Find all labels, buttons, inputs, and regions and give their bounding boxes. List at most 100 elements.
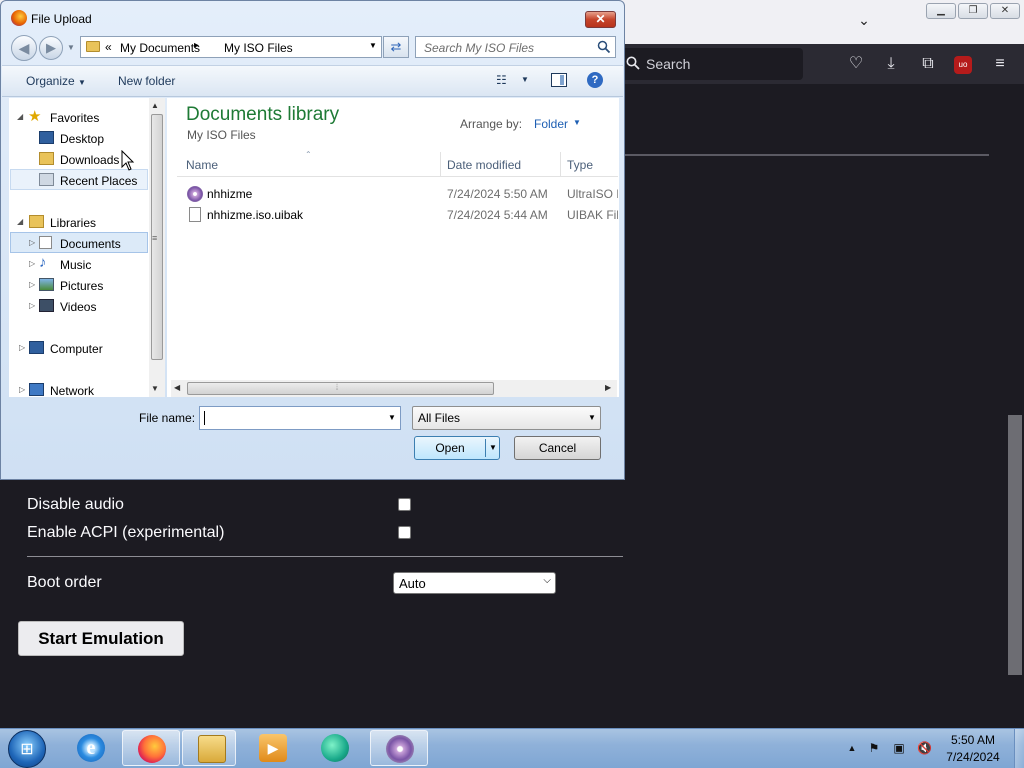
dialog-close-button[interactable]: ✕ bbox=[585, 11, 616, 28]
browser-search-field[interactable]: Search bbox=[620, 48, 803, 80]
column-name[interactable]: Name bbox=[186, 158, 218, 172]
column-date-modified[interactable]: Date modified bbox=[447, 158, 521, 172]
scroll-left-icon[interactable]: ◀ bbox=[174, 383, 180, 392]
restore-button[interactable]: ❐ bbox=[958, 3, 988, 19]
view-options-dropdown[interactable]: ▼ bbox=[521, 75, 529, 84]
page-scroll-thumb[interactable] bbox=[1008, 415, 1022, 675]
dialog-search-input[interactable]: Search My ISO Files bbox=[415, 36, 616, 58]
breadcrumb-my-documents[interactable]: My Documents bbox=[120, 41, 200, 55]
horizontal-scroll-thumb[interactable] bbox=[187, 382, 494, 395]
action-center-flag-icon[interactable]: ⚑ bbox=[867, 741, 881, 755]
refresh-button[interactable]: ⇄ bbox=[383, 36, 409, 58]
downloads-icon[interactable]: ⤓ bbox=[881, 54, 901, 74]
cancel-button[interactable]: Cancel bbox=[514, 436, 601, 460]
open-button[interactable]: Open ▼ bbox=[414, 436, 500, 460]
taskbar-internet-explorer[interactable]: e bbox=[62, 730, 120, 766]
preview-pane-icon[interactable] bbox=[551, 73, 567, 87]
address-dropdown-icon[interactable]: ▼ bbox=[369, 41, 377, 50]
close-window-button[interactable]: ✕ bbox=[990, 3, 1020, 19]
extensions-icon[interactable]: ⧉ bbox=[918, 54, 938, 74]
menu-icon[interactable]: ≡ bbox=[990, 54, 1010, 74]
sort-ascending-icon: ⌃ bbox=[305, 150, 312, 159]
breadcrumb-separator[interactable]: ▸ bbox=[194, 40, 199, 51]
file-type: UIBAK File bbox=[567, 208, 618, 222]
taskbar-ultraiso[interactable] bbox=[370, 730, 428, 766]
file-type-filter-select[interactable]: All Files bbox=[412, 406, 601, 430]
nav-pictures[interactable]: ▷ Pictures bbox=[27, 275, 147, 295]
arrange-by-value[interactable]: Folder bbox=[534, 117, 568, 131]
volume-muted-icon[interactable]: 🔇 bbox=[917, 741, 932, 755]
windows-logo-icon: ⊞ bbox=[20, 741, 34, 758]
nav-videos[interactable]: ▷ Videos bbox=[27, 296, 147, 316]
nav-label: Computer bbox=[50, 342, 103, 356]
ublock-origin-icon[interactable]: uo bbox=[954, 56, 972, 74]
recent-locations-dropdown[interactable]: ▼ bbox=[67, 43, 75, 52]
command-bar bbox=[2, 65, 623, 97]
new-folder-button[interactable]: New folder bbox=[118, 74, 175, 88]
boot-order-select[interactable]: Auto ⌵ bbox=[393, 572, 556, 594]
pocket-icon[interactable]: ♡ bbox=[846, 54, 866, 74]
breadcrumb-my-iso-files[interactable]: My ISO Files bbox=[224, 41, 293, 55]
scroll-down-icon[interactable]: ▼ bbox=[151, 384, 159, 393]
file-row[interactable]: nhhizme.iso.uibak 7/24/2024 5:44 AM UIBA… bbox=[177, 205, 618, 225]
nav-computer[interactable]: ▷ Computer bbox=[17, 338, 147, 358]
nav-network[interactable]: ▷ Network bbox=[17, 380, 147, 400]
nav-recent-places[interactable]: Recent Places bbox=[39, 170, 147, 190]
taskbar-app[interactable] bbox=[306, 730, 364, 766]
disable-audio-checkbox[interactable] bbox=[398, 498, 411, 511]
collapsed-triangle-icon[interactable]: ▷ bbox=[29, 280, 35, 289]
taskbar-explorer[interactable] bbox=[182, 730, 236, 766]
boot-order-value: Auto bbox=[399, 576, 426, 591]
file-name-input[interactable] bbox=[199, 406, 401, 430]
chevron-down-icon: ▼ bbox=[78, 78, 86, 87]
nav-libraries[interactable]: ◢ Libraries bbox=[17, 212, 147, 232]
nav-desktop[interactable]: Desktop bbox=[39, 128, 147, 148]
back-button[interactable]: ◀ bbox=[11, 35, 37, 61]
documents-icon bbox=[39, 236, 52, 249]
change-view-icon[interactable]: ☷ bbox=[496, 73, 510, 87]
expanded-triangle-icon[interactable]: ◢ bbox=[17, 112, 23, 121]
breadcrumb-overflow[interactable]: « bbox=[105, 40, 112, 54]
taskbar-media-player[interactable]: ▶ bbox=[244, 730, 302, 766]
clock-time[interactable]: 5:50 AM bbox=[943, 733, 1003, 747]
file-row[interactable]: nhhizme 7/24/2024 5:50 AM UltraISO File bbox=[177, 184, 618, 204]
scroll-right-icon[interactable]: ▶ bbox=[605, 383, 611, 392]
minimize-button[interactable]: ▁ bbox=[926, 3, 956, 19]
nav-favorites[interactable]: ◢ ★ Favorites bbox=[17, 107, 147, 127]
show-desktop-button[interactable] bbox=[1014, 729, 1024, 768]
list-all-tabs-icon[interactable]: ⌄ bbox=[854, 12, 874, 32]
collapsed-triangle-icon[interactable]: ▷ bbox=[19, 385, 25, 394]
address-bar[interactable]: « My Documents ▸ My ISO Files ▼ bbox=[80, 36, 382, 58]
organize-menu[interactable]: Organize ▼ bbox=[26, 74, 86, 88]
column-separator[interactable] bbox=[560, 152, 561, 177]
boot-order-label: Boot order bbox=[27, 574, 102, 591]
enable-acpi-checkbox[interactable] bbox=[398, 526, 411, 539]
start-emulation-button[interactable]: Start Emulation bbox=[18, 621, 184, 656]
network-tray-icon[interactable]: ▣ bbox=[892, 741, 906, 755]
collapsed-triangle-icon[interactable]: ▷ bbox=[29, 301, 35, 310]
nav-music[interactable]: ▷ ♪ Music bbox=[27, 254, 147, 274]
collapsed-triangle-icon[interactable]: ▷ bbox=[29, 238, 35, 247]
column-type[interactable]: Type bbox=[567, 158, 593, 172]
blank-file-icon bbox=[189, 207, 201, 222]
nav-label: Desktop bbox=[60, 132, 105, 146]
column-separator[interactable] bbox=[440, 152, 441, 177]
collapsed-triangle-icon[interactable]: ▷ bbox=[29, 259, 35, 268]
expanded-triangle-icon[interactable]: ◢ bbox=[17, 217, 23, 226]
chevron-down-icon[interactable]: ▼ bbox=[588, 413, 596, 422]
clock-date[interactable]: 7/24/2024 bbox=[943, 750, 1003, 764]
nav-documents[interactable]: ▷ Documents bbox=[27, 233, 147, 253]
file-name-history-dropdown[interactable]: ▼ bbox=[388, 413, 396, 422]
show-hidden-icons[interactable]: ▲ bbox=[845, 741, 859, 755]
taskbar-firefox[interactable] bbox=[122, 730, 180, 766]
chevron-down-icon[interactable]: ▼ bbox=[573, 118, 581, 127]
file-name: nhhizme bbox=[207, 187, 253, 201]
scroll-up-icon[interactable]: ▲ bbox=[151, 101, 159, 110]
collapsed-triangle-icon[interactable]: ▷ bbox=[19, 343, 25, 352]
star-icon: ★ bbox=[28, 108, 42, 125]
help-icon[interactable]: ? bbox=[587, 72, 603, 88]
forward-button[interactable]: ▶ bbox=[39, 36, 63, 60]
app-bubble-icon bbox=[321, 734, 349, 762]
open-options-dropdown-icon[interactable]: ▼ bbox=[489, 437, 497, 459]
option-label-disable-audio: Disable audio bbox=[27, 496, 124, 513]
